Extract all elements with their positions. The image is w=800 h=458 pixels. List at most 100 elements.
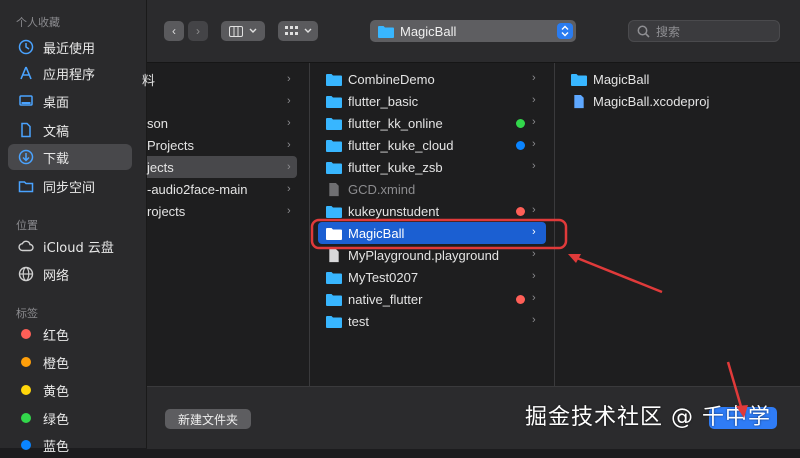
list-item[interactable]: -audio2face-main	[147, 178, 297, 200]
list-item[interactable]: MyTest0207	[318, 266, 546, 288]
path-label: MagicBall	[400, 23, 457, 39]
folder-icon	[326, 227, 348, 240]
list-item[interactable]: CombineDemo	[318, 68, 546, 90]
chevron-right-icon: ›	[532, 270, 536, 282]
item-label: jects	[147, 159, 174, 175]
tag-dot-icon	[516, 294, 525, 304]
sidebar-tag-orange[interactable]: 橙色	[8, 349, 132, 375]
chevron-right-icon: ›	[287, 139, 291, 151]
list-item[interactable]: flutter_kk_online	[318, 112, 546, 134]
list-item[interactable]: MagicBall.xcodeproj	[563, 90, 792, 112]
yellow-tag-icon	[21, 385, 31, 395]
red-tag-icon	[21, 329, 31, 339]
file-icon	[326, 182, 348, 197]
chevron-right-icon: ›	[287, 95, 291, 107]
folder-icon	[326, 73, 348, 86]
chevron-down-icon	[249, 28, 257, 33]
folder-icon	[326, 117, 348, 130]
stepper-icon	[557, 23, 573, 39]
list-item[interactable]: rojects	[147, 200, 297, 222]
tags-heading: 标签	[16, 307, 38, 320]
cloud-icon	[17, 237, 35, 255]
list-item[interactable]: 料	[142, 68, 297, 90]
list-item[interactable]: MyPlayground.playground	[318, 244, 546, 266]
tag-dot-icon	[516, 140, 525, 150]
sidebar-item-label: 网络	[43, 268, 70, 284]
sidebar-item-label: 绿色	[43, 412, 70, 428]
sidebar-tag-yellow[interactable]: 黄色	[8, 377, 132, 403]
sidebar-item-label: 最近使用	[43, 41, 96, 57]
forward-button[interactable]: ›	[188, 21, 208, 41]
blue-tag-icon	[21, 440, 31, 450]
sidebar-item-recents[interactable]: 最近使用	[8, 34, 132, 60]
column-1: 料 son Projects jects -audio2face-main ro…	[142, 63, 310, 386]
grid-icon	[284, 26, 298, 35]
item-label: flutter_kuke_zsb	[348, 159, 443, 175]
item-label: kukeyunstudent	[348, 203, 440, 219]
apps-icon	[17, 64, 35, 82]
folder-icon	[326, 205, 348, 218]
tag-dot-icon	[516, 206, 525, 216]
sidebar-item-network[interactable]: 网络	[8, 261, 132, 287]
item-label: flutter_kk_online	[348, 115, 443, 131]
search-placeholder: 搜索	[656, 24, 681, 39]
sidebar: 个人收藏 最近使用 应用程序 桌面 文稿 下载 同步空间 位置 iCloud 云…	[0, 0, 147, 455]
list-item-selected[interactable]: MagicBall	[318, 222, 546, 244]
view-mode-button[interactable]	[221, 21, 265, 41]
chevron-down-icon	[304, 28, 311, 33]
list-item[interactable]: flutter_basic	[318, 90, 546, 112]
sidebar-item-label: 应用程序	[43, 67, 96, 83]
sidebar-item-icloud[interactable]: iCloud 云盘	[8, 233, 132, 259]
list-item[interactable]: kukeyunstudent	[318, 200, 546, 222]
locations-heading: 位置	[16, 219, 38, 232]
item-label: -audio2face-main	[147, 181, 248, 197]
sidebar-item-applications[interactable]: 应用程序	[8, 60, 132, 86]
item-label: MyPlayground.playground	[348, 247, 500, 263]
list-item[interactable]: Projects	[147, 134, 297, 156]
item-label: flutter_kuke_cloud	[348, 137, 454, 153]
item-label: flutter_basic	[348, 93, 419, 109]
item-label: MagicBall	[593, 71, 650, 87]
chevron-right-icon: ›	[532, 94, 536, 106]
chevron-right-icon: ›	[532, 248, 536, 260]
search-field[interactable]: 搜索	[628, 20, 780, 42]
folder-icon	[378, 25, 394, 38]
item-label: rojects	[147, 203, 186, 219]
chevron-right-icon: ›	[532, 204, 536, 216]
list-item[interactable]: GCD.xmind	[318, 178, 546, 200]
folder-icon	[326, 161, 348, 174]
list-item[interactable]: flutter_kuke_zsb	[318, 156, 546, 178]
item-label: GCD.xmind	[348, 181, 416, 197]
folder-icon	[326, 139, 348, 152]
sidebar-tag-green[interactable]: 绿色	[8, 405, 132, 431]
search-icon	[637, 25, 650, 38]
favorites-heading: 个人收藏	[16, 16, 60, 29]
playground-icon	[326, 248, 348, 263]
sidebar-tag-blue[interactable]: 蓝色	[8, 432, 132, 458]
back-button[interactable]: ‹	[164, 21, 184, 41]
chevron-right-icon: ›	[287, 73, 291, 85]
path-popup-button[interactable]: MagicBall	[370, 20, 576, 42]
list-item[interactable]: native_flutter	[318, 288, 546, 310]
list-item[interactable]: flutter_kuke_cloud	[318, 134, 546, 156]
folder-icon	[326, 95, 348, 108]
folder-icon	[326, 271, 348, 284]
column-3: MagicBall MagicBall.xcodeproj	[555, 63, 800, 386]
sidebar-item-documents[interactable]: 文稿	[8, 117, 132, 143]
item-label: test	[348, 313, 369, 329]
list-item-selected[interactable]: jects	[147, 156, 297, 178]
sidebar-item-label: 文稿	[43, 124, 70, 140]
sidebar-tag-red[interactable]: 红色	[8, 321, 132, 347]
list-item[interactable]: MagicBall	[563, 68, 792, 90]
item-label: MagicBall	[348, 225, 405, 241]
list-item[interactable]: test	[318, 310, 546, 332]
chevron-right-icon: ›	[532, 226, 536, 238]
chevron-right-icon: ›	[287, 183, 291, 195]
sidebar-item-desktop[interactable]: 桌面	[8, 88, 132, 114]
new-folder-button[interactable]: 新建文件夹	[165, 409, 251, 429]
sidebar-item-downloads[interactable]: 下载	[8, 144, 132, 170]
group-button[interactable]	[278, 21, 318, 41]
globe-icon	[17, 265, 35, 283]
list-item[interactable]: son	[147, 112, 297, 134]
sidebar-item-sync-space[interactable]: 同步空间	[8, 173, 132, 199]
